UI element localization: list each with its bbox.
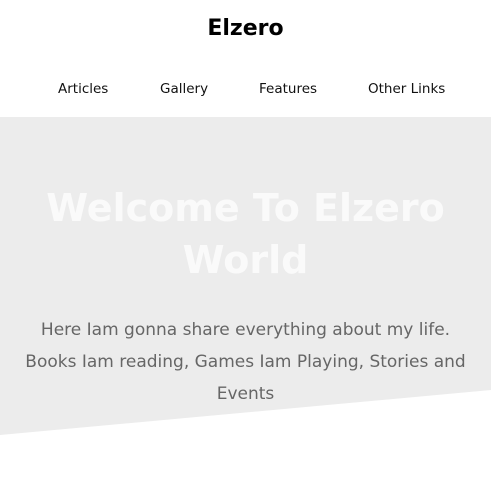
- nav-link-gallery[interactable]: Gallery: [160, 78, 208, 100]
- nav-link-articles[interactable]: Articles: [58, 78, 108, 100]
- nav-link-features[interactable]: Features: [259, 78, 317, 100]
- hero-title: Welcome To Elzero World: [46, 186, 445, 282]
- site-header: Elzero Articles Gallery Features Other L…: [0, 0, 491, 117]
- hero-section: Welcome To Elzero World Here Iam gonna s…: [0, 117, 491, 437]
- page: Elzero Articles Gallery Features Other L…: [0, 0, 491, 496]
- main-nav: Articles Gallery Features Other Links: [0, 78, 491, 100]
- hero-description: Here Iam gonna share everything about my…: [25, 320, 466, 404]
- nav-link-other-links[interactable]: Other Links: [368, 78, 445, 100]
- site-logo[interactable]: Elzero: [0, 14, 491, 44]
